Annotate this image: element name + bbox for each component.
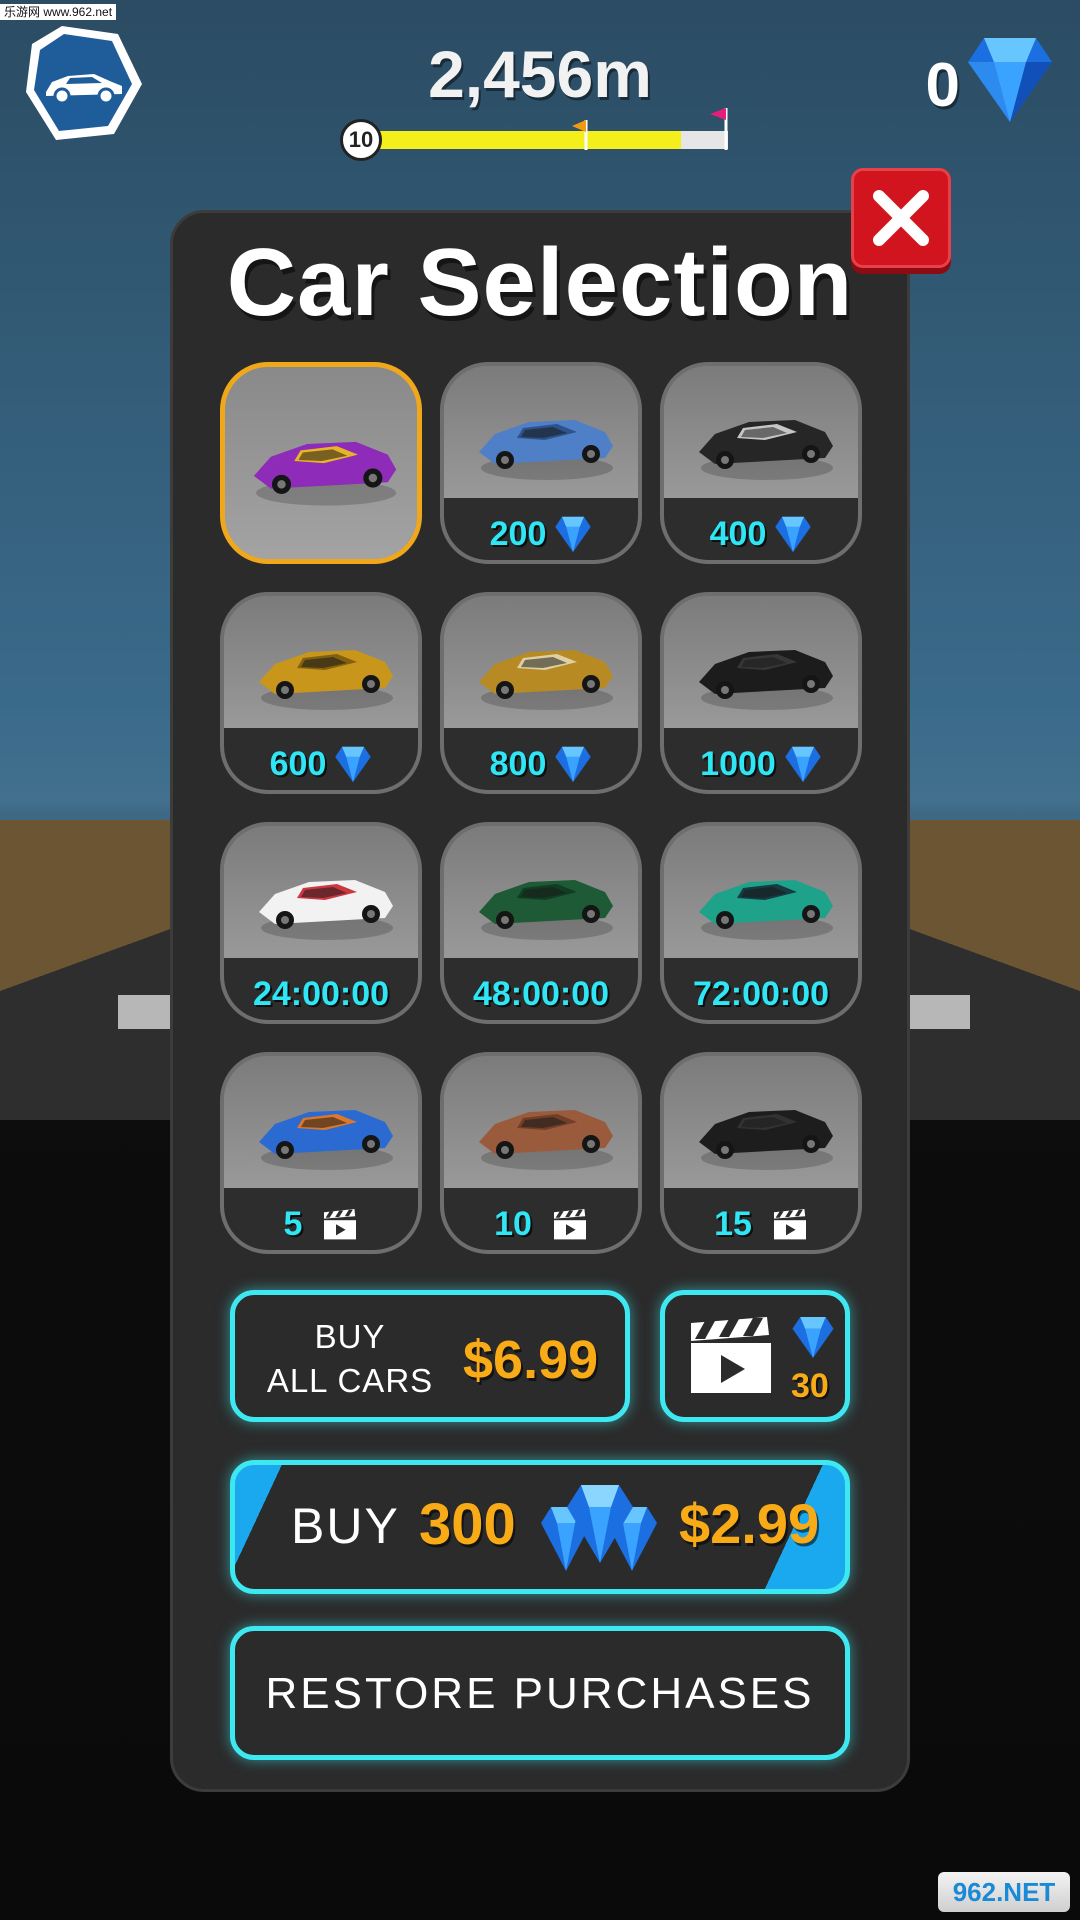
car-price: 10	[444, 1205, 638, 1244]
buy-gems-amount: 300	[419, 1492, 516, 1557]
car-icon	[699, 1110, 833, 1170]
car-price-value: 10	[494, 1205, 532, 1243]
car-price-value: 24:00:00	[252, 975, 390, 1013]
car-card-green-roadster[interactable]: 48:00:00	[440, 822, 642, 1024]
road-stripe	[900, 995, 970, 1029]
car-price-value: 1000	[700, 745, 776, 783]
car-price: 200	[444, 515, 638, 554]
car-card-police-car[interactable]: 1000	[660, 592, 862, 794]
video-gems-amount: 30	[791, 1367, 829, 1405]
level-progress-fill	[370, 131, 682, 149]
car-icon	[699, 420, 833, 480]
car-card-black-mini[interactable]: 400	[660, 362, 862, 564]
watch-video-gems-button[interactable]: 30	[660, 1290, 850, 1422]
car-card-teal-race-car[interactable]: 72:00:00	[660, 822, 862, 1024]
car-price-value: 15	[714, 1205, 752, 1243]
level-badge: 10	[340, 119, 382, 161]
car-icon	[479, 650, 613, 710]
panel-title: Car Selection	[226, 229, 854, 336]
car-price-value: 600	[269, 745, 327, 783]
car-price: 1000	[664, 745, 858, 784]
restore-purchases-label: RESTORE PURCHASES	[265, 1669, 815, 1718]
restore-purchases-button[interactable]: RESTORE PURCHASES	[230, 1626, 850, 1760]
car-price-value: 48:00:00	[472, 975, 610, 1013]
buy-all-cars-button[interactable]: BUY ALL CARS $6.99	[230, 1290, 630, 1422]
car-price-value: 200	[489, 515, 547, 553]
car-price: 48:00:00	[444, 975, 638, 1014]
gem-icon	[555, 516, 592, 553]
car-icon	[259, 650, 393, 710]
car-price: 600	[224, 745, 418, 784]
car-card-hot-rod[interactable]: 10	[440, 1052, 642, 1254]
clapperboard-icon	[324, 1209, 357, 1240]
car-price-value: 72:00:00	[692, 975, 830, 1013]
watermark-top: 乐游网 www.962.net	[0, 4, 117, 20]
buy-all-line2: ALL CARS	[266, 1362, 434, 1399]
car-icon	[699, 880, 833, 940]
checkpoint-flag-icon	[572, 120, 588, 150]
close-button[interactable]	[851, 168, 951, 268]
car-icon	[699, 650, 833, 710]
car-price: 5	[224, 1205, 418, 1244]
gem-icon	[335, 746, 372, 783]
car-price-value: 800	[489, 745, 547, 783]
finish-flag-icon	[710, 108, 728, 150]
car-card-monster-truck[interactable]: 5	[220, 1052, 422, 1254]
car-icon	[479, 1110, 613, 1170]
gem-icon	[968, 38, 1052, 122]
gem-cluster-icon	[541, 1485, 657, 1571]
car-icon	[479, 880, 613, 940]
buy-all-cars-label: BUY ALL CARS	[265, 1315, 435, 1403]
car-card-blue-supercar[interactable]: 200	[440, 362, 642, 564]
buy-gems-button[interactable]: BUY 300 $2.99	[230, 1460, 850, 1594]
gem-count: 0	[925, 51, 960, 120]
buy-all-line1: BUY	[314, 1318, 386, 1355]
gem-icon	[792, 1316, 834, 1359]
gem-icon	[785, 746, 821, 783]
car-icon	[479, 420, 613, 480]
car-price: 400	[664, 515, 858, 554]
watermark-bottom: 962.NET	[938, 1872, 1070, 1912]
car-card-formula-car[interactable]: 24:00:00	[220, 822, 422, 1024]
car-price-value: 400	[709, 515, 767, 553]
car-card-purple-sports-car[interactable]	[220, 362, 422, 564]
clapperboard-icon	[553, 1209, 586, 1240]
car-card-black-muscle-car[interactable]: 15	[660, 1052, 862, 1254]
buy-all-cars-price: $6.99	[463, 1330, 599, 1390]
distance-counter: 2,456m	[428, 37, 652, 111]
car-icon	[253, 441, 397, 506]
car-icon	[259, 880, 393, 940]
buy-gems-price: $2.99	[679, 1492, 820, 1555]
car-price-value: 5	[283, 1205, 303, 1243]
car-price: 800	[444, 745, 638, 784]
car-card-gold-jeep[interactable]: 800	[440, 592, 642, 794]
car-icon	[259, 1110, 393, 1170]
close-icon	[873, 190, 929, 246]
buy-gems-label: BUY	[291, 1498, 400, 1554]
car-price: 24:00:00	[224, 975, 418, 1014]
car-price: 15	[664, 1205, 858, 1244]
gem-icon	[555, 746, 592, 783]
level-progress-bar	[370, 131, 728, 149]
gem-icon	[775, 516, 812, 553]
clapperboard-icon	[773, 1209, 806, 1240]
car-price: 72:00:00	[664, 975, 858, 1014]
clapperboard-icon	[691, 1317, 771, 1393]
car-card-gold-sports-car[interactable]: 600	[220, 592, 422, 794]
